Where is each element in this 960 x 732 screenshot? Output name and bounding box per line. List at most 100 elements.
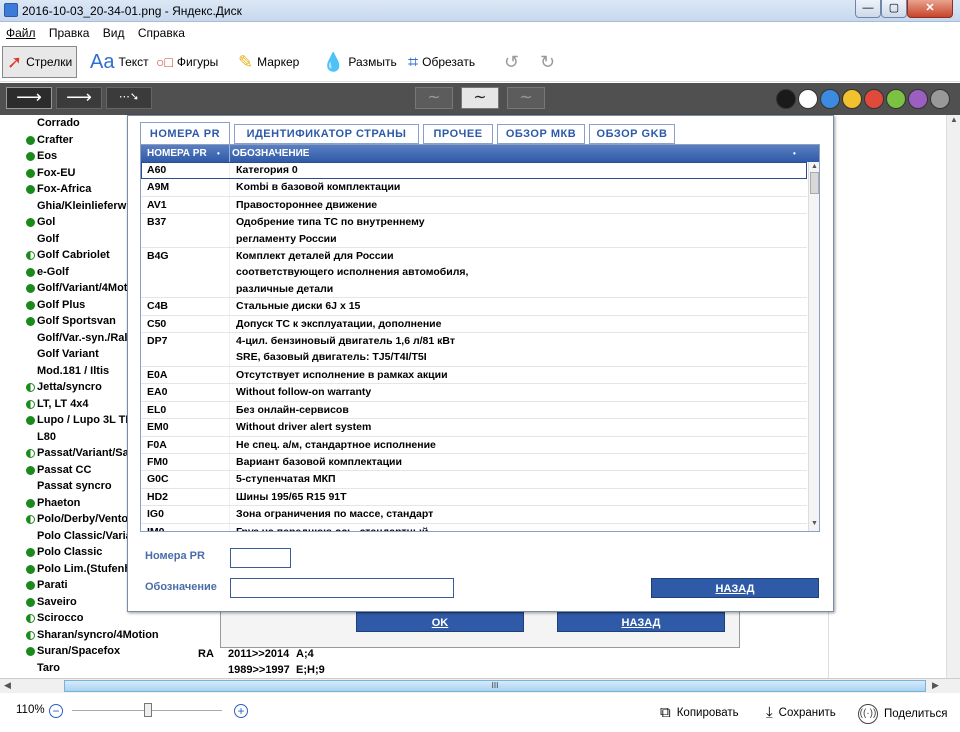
- table-row[interactable]: G0C 5-ступенчатая МКП: [141, 471, 807, 489]
- redo-button[interactable]: ↻: [536, 46, 559, 78]
- menu-view[interactable]: Вид: [103, 22, 125, 44]
- tool-arrows[interactable]: ➚ Стрелки: [2, 46, 78, 78]
- model-list-item[interactable]: Sharan/syncro/4Motion: [0, 627, 220, 644]
- table-row[interactable]: A60 Категория 0: [141, 162, 807, 180]
- line-width-thin[interactable]: ∼: [415, 87, 453, 109]
- tab-gkb-overview[interactable]: ОБЗОР GKB: [589, 124, 675, 144]
- arrow-style-medium[interactable]: ⟶: [56, 87, 102, 109]
- table-row[interactable]: EL0 Без онлайн-сервисов: [141, 401, 807, 420]
- drop-icon: 💧: [322, 52, 345, 72]
- scroll-down-icon[interactable]: ▼: [811, 520, 818, 527]
- tool-text[interactable]: Aa Текст: [86, 46, 153, 78]
- back-button[interactable]: НАЗАД: [651, 578, 819, 598]
- designation-cell: Одобрение типа ТС по внутреннему регламен…: [229, 214, 807, 248]
- ok-button[interactable]: OK: [356, 612, 524, 632]
- tab-pr-numbers[interactable]: НОМЕРА PR: [140, 122, 230, 146]
- color-swatch[interactable]: [864, 89, 884, 109]
- table-row[interactable]: E0A Отсутствует исполнение в рамках акции: [141, 366, 807, 385]
- line-width-thick[interactable]: ∼: [507, 87, 545, 109]
- status-dot-icon: [26, 267, 35, 277]
- undo-button[interactable]: ↺: [500, 46, 523, 78]
- scroll-up-icon[interactable]: ▲: [950, 115, 958, 124]
- designation-line: Допуск ТС к эксплуатации, дополнение: [236, 317, 442, 330]
- horizontal-scrollbar[interactable]: ◀ III ▶: [0, 678, 960, 693]
- color-swatch[interactable]: [776, 89, 796, 109]
- zoom-out-button[interactable]: −: [49, 704, 63, 718]
- table-row[interactable]: IG0 Зона ограничения по массе, стандарт: [141, 506, 807, 524]
- tab-other[interactable]: ПРОЧЕЕ: [423, 124, 493, 144]
- table-row[interactable]: A9M Kombi в базовой комплектации: [141, 179, 807, 197]
- col-designation[interactable]: ОБОЗНАЧЕНИЕ: [232, 145, 309, 162]
- pr-number-input[interactable]: [230, 548, 291, 568]
- arrow-style-dotted[interactable]: ⋯➘: [106, 87, 152, 109]
- background-buttons-panel: OK НАЗАД: [220, 612, 740, 648]
- row-years: 1989>>1997: [228, 664, 290, 676]
- scroll-up-icon[interactable]: ▲: [811, 163, 818, 170]
- arrow-style-thick[interactable]: ⟶: [6, 87, 52, 109]
- table-scrollbar[interactable]: ▲ ▼: [808, 162, 819, 531]
- vertical-scrollbar[interactable]: ▲: [946, 115, 960, 678]
- menu-file[interactable]: Файл: [6, 22, 36, 44]
- table-row[interactable]: FM0 Вариант базовой комплектации: [141, 453, 807, 472]
- minimize-button[interactable]: —: [855, 0, 881, 18]
- pr-number-cell: AV1: [147, 198, 167, 211]
- share-button[interactable]: ((·)) Поделиться: [858, 704, 948, 724]
- model-name: Polo Classic: [37, 546, 103, 558]
- table-row[interactable]: C4B Стальные диски 6J x 15: [141, 298, 807, 316]
- color-swatch[interactable]: [798, 89, 818, 109]
- table-row[interactable]: EA0 Without follow-on warranty: [141, 384, 807, 402]
- pr-number-label: Номера PR: [145, 550, 205, 562]
- tool-crop[interactable]: ⌗ Обрезать: [404, 46, 479, 78]
- scroll-left-icon[interactable]: ◀: [4, 680, 11, 691]
- table-row[interactable]: HD2 Шины 195/65 R15 91T: [141, 488, 807, 507]
- designation-input[interactable]: [230, 578, 454, 598]
- slider-handle[interactable]: [144, 703, 152, 717]
- status-dot-icon: [26, 416, 35, 425]
- designation-cell: 4-цил. бензиновый двигатель 1,6 л/81 кВт…: [229, 333, 807, 366]
- designation-line: Without driver alert system: [236, 421, 372, 434]
- color-swatch[interactable]: [930, 89, 950, 109]
- scroll-thumb[interactable]: [810, 172, 819, 194]
- col-pr-number[interactable]: НОМЕРА PR: [147, 145, 207, 162]
- menu-help[interactable]: Справка: [138, 22, 185, 44]
- copy-button[interactable]: ⧉ Копировать: [660, 704, 739, 721]
- save-button[interactable]: ⤓ Сохранить: [766, 704, 836, 721]
- model-name: Golf Cabriolet: [37, 249, 110, 261]
- tab-mkv-overview[interactable]: ОБЗОР МКВ: [497, 124, 585, 144]
- table-row[interactable]: B4G Комплект деталей для России соответств…: [141, 248, 807, 299]
- pr-number-cell: G0C: [147, 473, 169, 486]
- color-swatch[interactable]: [908, 89, 928, 109]
- tool-blur[interactable]: 💧 Размыть: [318, 46, 401, 78]
- tool-shapes[interactable]: ○□ Фигуры: [152, 46, 222, 78]
- line-width-medium[interactable]: ∼: [461, 87, 499, 109]
- scroll-thumb[interactable]: III: [64, 680, 926, 692]
- model-name: Polo/Derby/Vento: [37, 513, 129, 525]
- model-list-item[interactable]: Scirocco: [0, 610, 220, 627]
- table-row[interactable]: C50 Допуск ТС к эксплуатации, дополнение: [141, 315, 807, 334]
- pr-number-cell: B37: [147, 216, 167, 229]
- color-swatch[interactable]: [886, 89, 906, 109]
- table-row[interactable]: B37 Одобрение типа ТС по внутреннему регла…: [141, 214, 807, 249]
- designation-line: Одобрение типа ТС по внутреннему: [236, 216, 425, 229]
- tool-marker[interactable]: ✎ Маркер: [234, 46, 303, 78]
- zoom-slider[interactable]: [72, 703, 222, 717]
- color-swatch[interactable]: [842, 89, 862, 109]
- table-row[interactable]: F0A Не спец. а/м, стандартное исполнение: [141, 436, 807, 454]
- close-button[interactable]: ✕: [907, 0, 953, 18]
- table-row[interactable]: EM0 Without driver alert system: [141, 419, 807, 437]
- table-row[interactable]: DP7 4-цил. бензиновый двигатель 1,6 л/81 …: [141, 333, 807, 367]
- status-dot-icon: [26, 317, 35, 326]
- zoom-in-button[interactable]: +: [234, 704, 248, 718]
- tab-country-id[interactable]: ИДЕНТИФИКАТОР СТРАНЫ: [234, 124, 419, 144]
- row-code: RA: [198, 648, 214, 660]
- redo-icon: ↻: [540, 52, 556, 72]
- color-swatch[interactable]: [820, 89, 840, 109]
- back-button-background[interactable]: НАЗАД: [557, 612, 725, 632]
- menu-edit[interactable]: Правка: [49, 22, 90, 44]
- designation-line: соответствующего исполнения автомобиля,: [236, 266, 469, 279]
- scroll-right-icon[interactable]: ▶: [932, 680, 939, 691]
- table-row[interactable]: IM0 Груз на переднюю ось, стандартный: [141, 523, 807, 531]
- maximize-button[interactable]: ▢: [881, 0, 907, 18]
- pr-number-cell: HD2: [147, 490, 169, 503]
- table-row[interactable]: AV1 Правостороннее движение: [141, 196, 807, 215]
